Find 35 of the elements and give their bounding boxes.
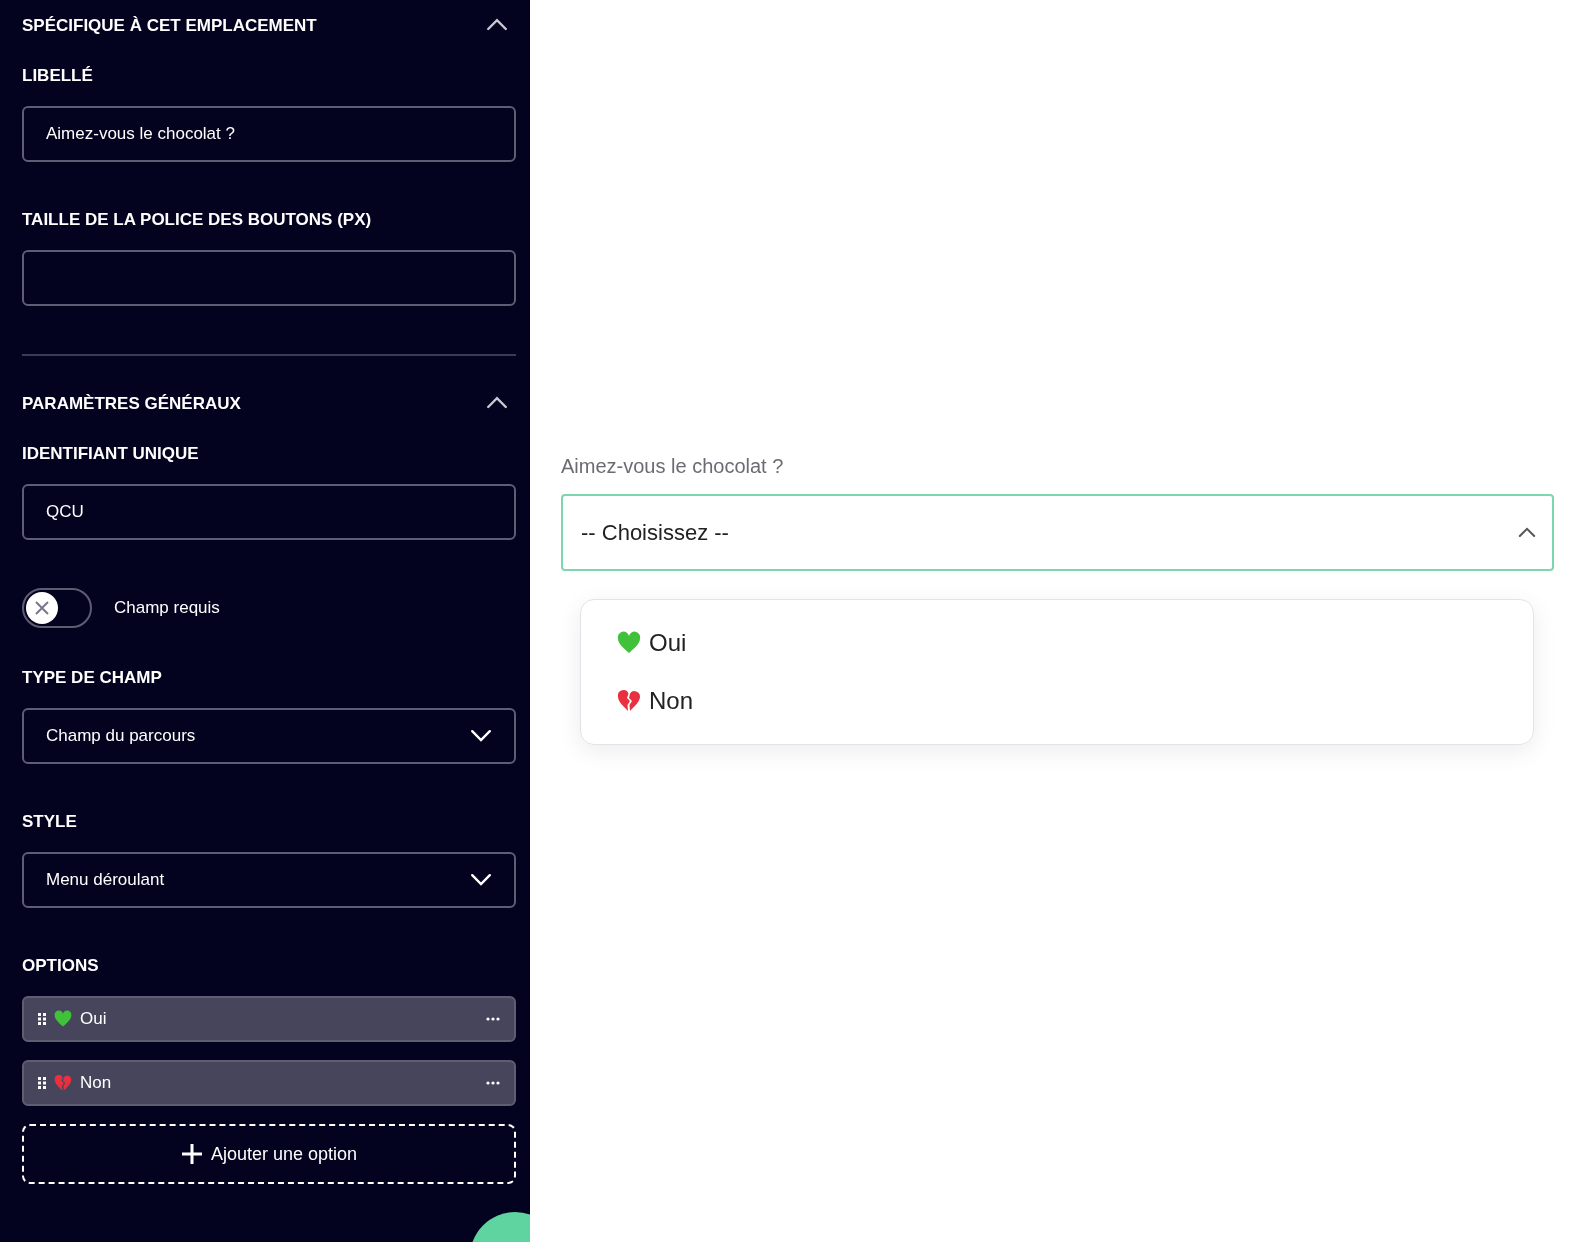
text-field[interactable] bbox=[22, 250, 516, 306]
option-row[interactable]: Non bbox=[22, 1060, 516, 1106]
chevron-up-icon[interactable] bbox=[1518, 527, 1536, 538]
text-field[interactable]: QCU bbox=[22, 484, 516, 540]
close-icon bbox=[34, 600, 50, 616]
more-icon[interactable] bbox=[486, 1081, 500, 1085]
broken-heart-icon bbox=[617, 689, 641, 713]
dropdown-select[interactable]: -- Choisissez -- bbox=[561, 494, 1554, 571]
field-label: IDENTIFIANT UNIQUE bbox=[22, 444, 200, 464]
field-label: LIBELLÉ bbox=[22, 66, 94, 86]
drag-handle-icon[interactable] bbox=[38, 1077, 46, 1089]
select-field[interactable]: Menu déroulant bbox=[22, 852, 516, 908]
broken-heart-icon bbox=[54, 1074, 72, 1092]
toggle-label: Champ requis bbox=[114, 598, 220, 618]
drag-handle-icon[interactable] bbox=[38, 1013, 46, 1025]
field-label: STYLE bbox=[22, 812, 78, 832]
field-label: TYPE DE CHAMP bbox=[22, 668, 163, 688]
heart-icon bbox=[54, 1010, 72, 1028]
plus-icon bbox=[180, 1143, 203, 1165]
chevron-down-icon[interactable] bbox=[470, 873, 492, 887]
heart-icon bbox=[617, 631, 641, 655]
section-title: PARAMÈTRES GÉNÉRAUX bbox=[22, 394, 241, 414]
section-title: SPÉCIFIQUE À CET EMPLACEMENT bbox=[22, 16, 317, 36]
option-row[interactable]: Oui bbox=[22, 996, 516, 1042]
dropdown-option[interactable]: Non bbox=[581, 672, 1533, 730]
more-icon[interactable] bbox=[486, 1017, 500, 1021]
text-field[interactable]: Aimez-vous le chocolat ? bbox=[22, 106, 516, 162]
field-label: OPTIONS bbox=[22, 956, 100, 976]
question-label: Aimez-vous le chocolat ? bbox=[561, 455, 785, 478]
chevron-down-icon[interactable] bbox=[470, 729, 492, 743]
toggle-switch[interactable] bbox=[22, 588, 92, 628]
select-field[interactable]: Champ du parcours bbox=[22, 708, 516, 764]
add-option-button[interactable]: Ajouter une option bbox=[22, 1124, 516, 1184]
field-label: TAILLE DE LA POLICE DES BOUTONS (PX) bbox=[22, 210, 373, 230]
dropdown-option[interactable]: Oui bbox=[581, 614, 1533, 672]
